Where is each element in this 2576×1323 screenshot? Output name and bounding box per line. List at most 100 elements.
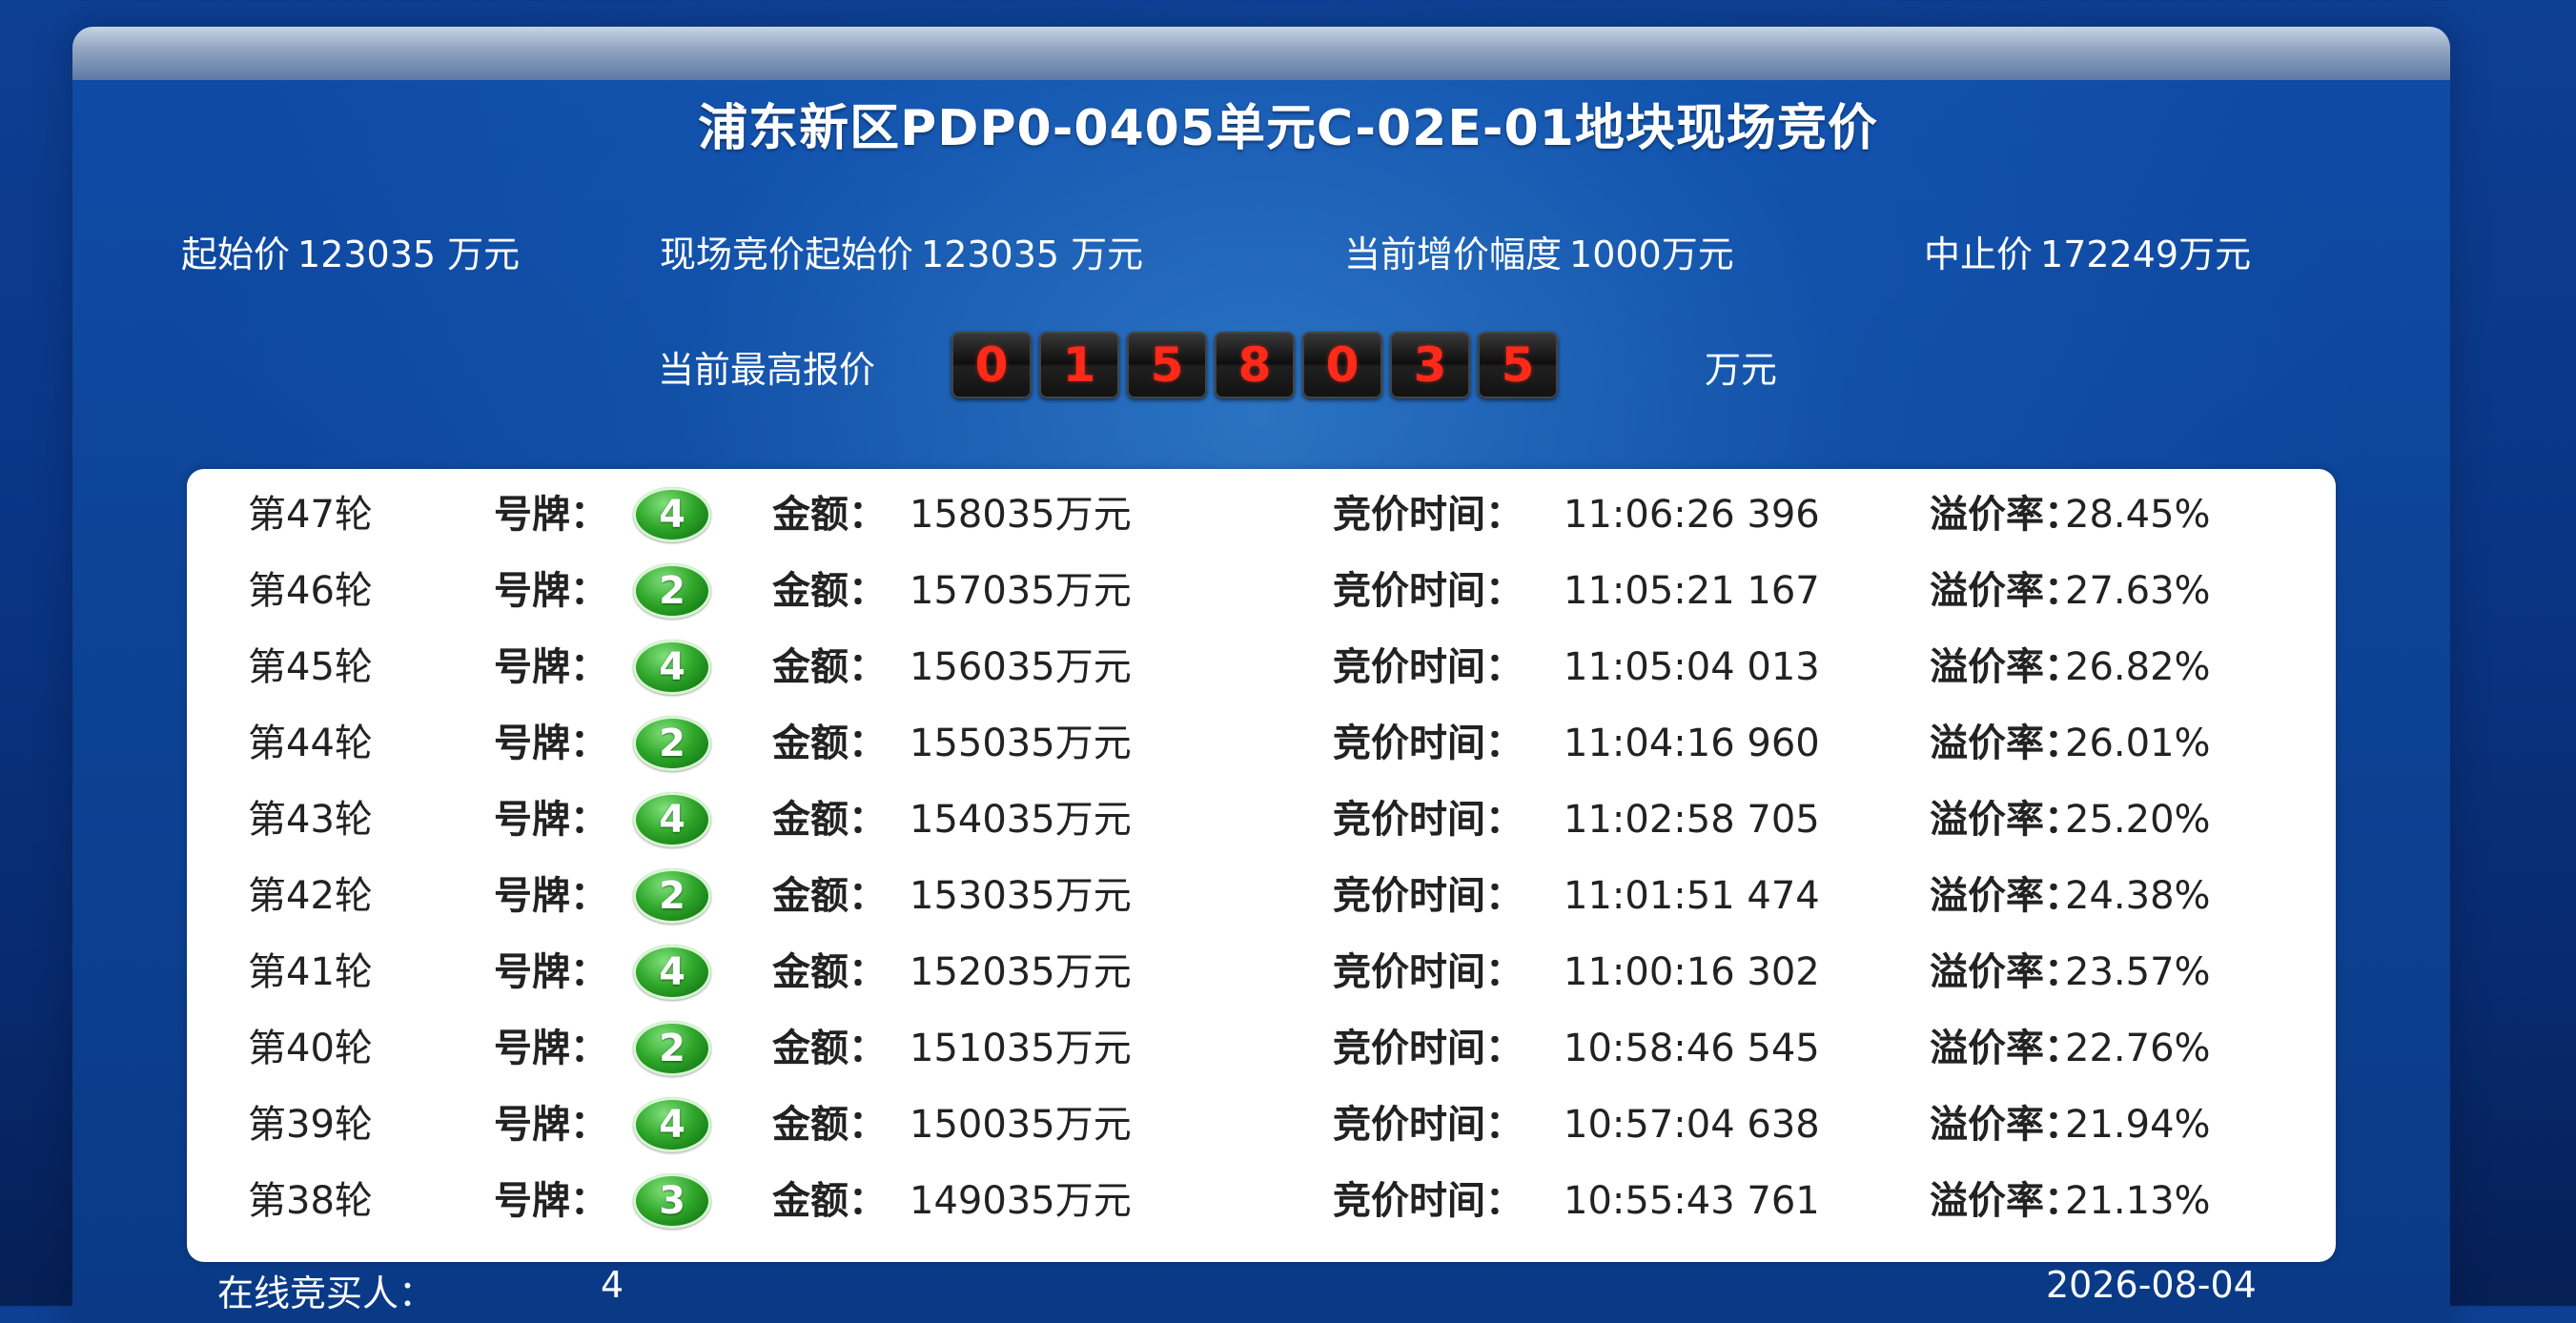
rate-label: 溢价率： [1930,722,2082,765]
plate-label: 号牌： [494,798,608,842]
time-label: 竞价时间： [1333,798,1523,842]
amount-label: 金额： [772,1027,887,1070]
time-label: 竞价时间： [1333,493,1523,537]
bid-history-table: 第47轮 号牌： 4 金额： 158035万元 竞价时间： 11:06:26 3… [187,469,2336,1262]
rate-value: 25.20% [2065,798,2211,842]
table-row: 第39轮 号牌： 4 金额： 150035万元 竞价时间： 10:57:04 6… [187,1087,2336,1163]
time-value: 11:06:26 396 [1564,493,1820,537]
price-increment-value: 1000万元 [1569,234,1734,275]
onsite-start-price-label: 现场竞价起始价 [660,234,914,275]
time-label: 竞价时间： [1333,569,1523,613]
price-increment: 当前增价幅度 1000万元 [1344,225,1734,277]
plate-label: 号牌： [494,569,608,613]
round-number: 第47轮 [248,493,373,537]
rate-value: 26.82% [2065,645,2211,689]
onsite-start-price: 现场竞价起始价 123035 万元 [660,225,1143,277]
rate-label: 溢价率： [1930,1179,2082,1223]
plate-badge: 3 [633,1173,711,1229]
amount-label: 金额： [772,1103,887,1147]
digit-box: 5 [1478,332,1558,398]
digit-box: 8 [1215,332,1295,398]
highest-bid-digits: 0 1 5 8 0 3 5 [951,332,1558,398]
amount-value: 152035万元 [910,950,1132,994]
panel-header-bar [72,27,2450,80]
start-price-label: 起始价 [181,234,291,275]
time-label: 竞价时间： [1333,645,1523,689]
rate-value: 27.63% [2065,569,2211,613]
highest-bid-label: 当前最高报价 [658,349,876,391]
time-value: 11:05:04 013 [1564,645,1820,689]
plate-label: 号牌： [494,1103,608,1147]
amount-value: 156035万元 [910,645,1132,689]
stop-price: 中止价 172249万元 [1924,225,2251,277]
amount-value: 153035万元 [910,874,1132,918]
amount-value: 155035万元 [910,722,1132,765]
plate-badge: 2 [633,716,711,771]
amount-value: 150035万元 [910,1103,1132,1147]
rate-value: 26.01% [2065,722,2211,765]
digit-box: 1 [1039,332,1119,398]
onsite-start-price-value: 123035 万元 [921,234,1144,275]
plate-badge: 4 [633,945,711,1000]
rate-label: 溢价率： [1930,798,2082,842]
amount-label: 金额： [772,493,887,537]
round-number: 第40轮 [248,1027,373,1070]
rate-label: 溢价率： [1930,569,2082,613]
online-bidders-label: 在线竞买人： [217,1272,436,1314]
plate-label: 号牌： [494,722,608,765]
time-label: 竞价时间： [1333,1179,1523,1223]
table-row: 第42轮 号牌： 2 金额： 153035万元 竞价时间： 11:01:51 4… [187,858,2336,934]
round-number: 第46轮 [248,569,373,613]
rate-label: 溢价率： [1930,493,2082,537]
auction-date: 2026-08-04 [2046,1264,2257,1306]
round-number: 第38轮 [248,1179,373,1223]
round-number: 第44轮 [248,722,373,765]
time-label: 竞价时间： [1333,1103,1523,1147]
digit-box: 0 [1302,332,1382,398]
time-value: 10:55:43 761 [1564,1179,1820,1223]
amount-value: 151035万元 [910,1027,1132,1070]
rate-value: 21.13% [2065,1179,2211,1223]
price-increment-label: 当前增价幅度 [1344,234,1563,275]
plate-badge: 4 [633,487,711,542]
rate-label: 溢价率： [1930,1027,2082,1070]
plate-label: 号牌： [494,1027,608,1070]
time-label: 竞价时间： [1333,874,1523,918]
round-number: 第39轮 [248,1103,373,1147]
plate-label: 号牌： [494,645,608,689]
table-row: 第43轮 号牌： 4 金额： 154035万元 竞价时间： 11:02:58 7… [187,782,2336,858]
table-row: 第45轮 号牌： 4 金额： 156035万元 竞价时间： 11:05:04 0… [187,629,2336,705]
time-label: 竞价时间： [1333,950,1523,994]
plate-badge: 4 [633,792,711,847]
digit-box: 0 [951,332,1032,398]
plate-label: 号牌： [494,1179,608,1223]
table-row: 第46轮 号牌： 2 金额： 157035万元 竞价时间： 11:05:21 1… [187,553,2336,629]
plate-label: 号牌： [494,950,608,994]
rate-label: 溢价率： [1930,950,2082,994]
rate-value: 21.94% [2065,1103,2211,1147]
start-price: 起始价 123035 万元 [181,225,520,277]
plate-label: 号牌： [494,493,608,537]
time-value: 11:05:21 167 [1564,569,1820,613]
plate-badge: 2 [633,868,711,924]
online-bidders-count: 4 [601,1264,624,1306]
time-label: 竞价时间： [1333,1027,1523,1070]
plate-badge: 2 [633,563,711,619]
rate-value: 28.45% [2065,493,2211,537]
rate-label: 溢价率： [1930,874,2082,918]
round-number: 第42轮 [248,874,373,918]
amount-value: 158035万元 [910,493,1132,537]
table-row: 第44轮 号牌： 2 金额： 155035万元 竞价时间： 11:04:16 9… [187,705,2336,782]
amount-label: 金额： [772,722,887,765]
stop-price-label: 中止价 [1924,234,2034,275]
table-row: 第41轮 号牌： 4 金额： 152035万元 竞价时间： 11:00:16 3… [187,934,2336,1010]
time-value: 10:57:04 638 [1564,1103,1820,1147]
amount-label: 金额： [772,798,887,842]
amount-label: 金额： [772,950,887,994]
page-title: 浦东新区PDP0-0405单元C-02E-01地块现场竞价 [698,100,1878,157]
digit-box: 5 [1127,332,1207,398]
amount-label: 金额： [772,874,887,918]
start-price-value: 123035 万元 [297,234,521,275]
rate-value: 24.38% [2065,874,2211,918]
round-number: 第45轮 [248,645,373,689]
